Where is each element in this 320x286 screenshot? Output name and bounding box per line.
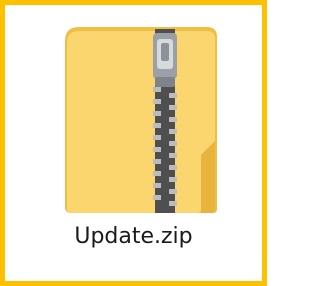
zip-folder-icon: [57, 23, 225, 215]
file-item-selected[interactable]: Update.zip: [0, 0, 267, 286]
file-name-label: Update.zip: [74, 224, 193, 249]
